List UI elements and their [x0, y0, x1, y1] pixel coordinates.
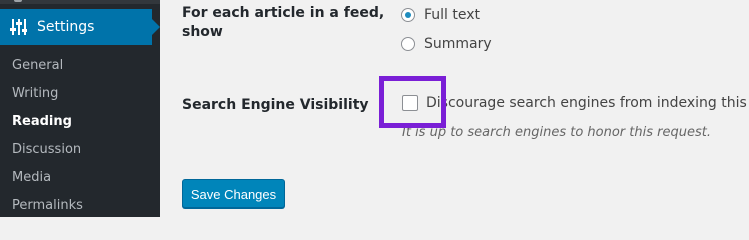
previous-menu-item[interactable]	[0, 0, 160, 4]
menu-icon	[14, 0, 22, 2]
radio-full-text-input[interactable]	[401, 8, 415, 22]
sidebar-item-settings-label: Settings	[37, 19, 95, 35]
sidebar-item-reading[interactable]: Reading	[0, 108, 160, 136]
save-changes-button[interactable]: Save Changes	[182, 179, 285, 208]
sidebar-item-writing[interactable]: Writing	[0, 80, 160, 108]
sidebar-item-general[interactable]: General	[0, 52, 160, 80]
radio-summary[interactable]: Summary	[401, 36, 492, 52]
settings-form: For each article in a feed, show Full te…	[160, 0, 749, 217]
radio-full-text[interactable]: Full text	[401, 7, 480, 23]
radio-summary-input[interactable]	[401, 37, 415, 51]
settings-sliders-icon	[9, 17, 29, 37]
sidebar-item-media[interactable]: Media	[0, 164, 160, 192]
search-engine-visibility-label: Search Engine Visibility	[182, 97, 369, 113]
wp-settings-reading-page: Settings General Writing Reading Discuss…	[0, 0, 749, 217]
feed-article-label-line2: show	[182, 24, 223, 40]
search-engine-hint: It is up to search engines to honor this…	[402, 125, 711, 140]
current-menu-arrow	[152, 19, 160, 35]
radio-full-text-label: Full text	[424, 7, 481, 23]
radio-summary-label: Summary	[424, 36, 492, 52]
sidebar-item-settings[interactable]: Settings	[0, 9, 160, 45]
feed-article-label: For each article in a feed, show	[182, 4, 384, 42]
sidebar-item-permalinks[interactable]: Permalinks	[0, 192, 160, 217]
highlight-annotation-box	[379, 76, 446, 128]
discourage-search-engines-label: Discourage search engines from indexing …	[426, 95, 749, 111]
feed-article-label-line1: For each article in a feed,	[182, 5, 385, 21]
admin-sidebar: Settings General Writing Reading Discuss…	[0, 0, 160, 217]
discourage-search-engines-option[interactable]: Discourage search engines from indexing …	[402, 95, 749, 111]
sidebar-item-discussion[interactable]: Discussion	[0, 136, 160, 164]
settings-submenu: General Writing Reading Discussion Media…	[0, 52, 160, 217]
